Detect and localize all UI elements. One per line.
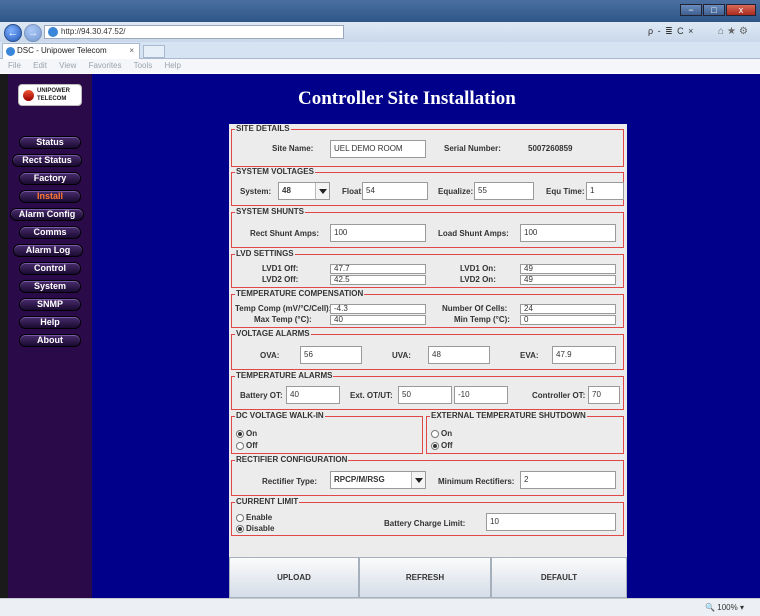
default-button[interactable]: DEFAULT [491, 557, 627, 598]
page-content: UNIPOWER TELECOM Status Rect Status Fact… [8, 74, 760, 598]
new-tab-button[interactable] [143, 45, 165, 58]
voltage-alarms-group: VOLTAGE ALARMS OVA: 56 UVA: 48 EVA: 47.9 [231, 329, 624, 370]
eva-input[interactable]: 47.9 [552, 346, 616, 364]
minimum-rectifiers-input[interactable]: 2 [520, 471, 616, 489]
page-title: Controller Site Installation [298, 88, 516, 109]
ext-shutdown-on-radio[interactable]: On [431, 429, 452, 439]
sidebar: UNIPOWER TELECOM Status Rect Status Fact… [8, 74, 92, 598]
menu-help[interactable]: Help [165, 61, 181, 70]
temp-comp-input[interactable]: -4.3 [330, 304, 426, 314]
ext-shutdown-off-radio[interactable]: Off [431, 441, 453, 451]
menu-file[interactable]: File [8, 61, 21, 70]
lvd-settings-group: LVD SETTINGS LVD1 Off: 47.7 LVD1 On: 49 … [231, 249, 624, 288]
zoom-control[interactable]: 🔍 100% ▾ [705, 603, 744, 612]
rectifier-configuration-group: RECTIFIER CONFIGURATION Rectifier Type: … [231, 455, 624, 496]
walk-in-on-radio[interactable]: On [236, 429, 257, 439]
favicon-icon [6, 47, 15, 56]
serial-number: 5007260859 [528, 144, 573, 153]
current-limit-disable-radio[interactable]: Disable [236, 524, 274, 534]
nav-status[interactable]: Status [19, 136, 81, 149]
float-input[interactable]: 54 [362, 182, 428, 200]
system-shunts-group: SYSTEM SHUNTS Rect Shunt Amps: 100 Load … [231, 207, 624, 248]
dc-voltage-walk-in-group: DC VOLTAGE WALK-IN On Off [231, 411, 423, 454]
ext-ut-input[interactable]: -10 [454, 386, 508, 404]
current-limit-group: CURRENT LIMIT Enable Disable Battery Cha… [231, 497, 624, 536]
refresh-button[interactable]: REFRESH [359, 557, 491, 598]
home-favorites-gear-icons[interactable]: ⌂★⚙ [718, 26, 751, 37]
site-details-group: SITE DETAILS Site Name: UEL DEMO ROOM Se… [231, 124, 624, 167]
upload-button[interactable]: UPLOAD [229, 557, 359, 598]
chevron-down-icon[interactable] [315, 183, 329, 199]
menu-view[interactable]: View [59, 61, 76, 70]
rectifier-type-select[interactable]: RPCP/M/RSG [330, 471, 426, 489]
maximize-button[interactable]: □ [703, 4, 725, 16]
lvd1-off-input[interactable]: 47.7 [330, 264, 426, 274]
ie-icon [48, 27, 58, 37]
battery-ot-input[interactable]: 40 [286, 386, 340, 404]
current-limit-enable-radio[interactable]: Enable [236, 513, 272, 523]
nav-factory[interactable]: Factory [19, 172, 81, 185]
load-shunt-amps-input[interactable]: 100 [520, 224, 616, 242]
close-tab-icon[interactable]: × [129, 44, 134, 58]
unipower-logo: UNIPOWER TELECOM [18, 84, 82, 106]
min-temp-input[interactable]: 0 [520, 315, 616, 325]
uva-input[interactable]: 48 [428, 346, 490, 364]
site-name-input[interactable]: UEL DEMO ROOM [330, 140, 426, 158]
equ-time-input[interactable]: 1 [586, 182, 624, 200]
walk-in-off-radio[interactable]: Off [236, 441, 258, 451]
temperature-alarms-group: TEMPERATURE ALARMS Battery OT: 40 Ext. O… [231, 371, 624, 410]
lvd2-on-input[interactable]: 49 [520, 275, 616, 285]
lvd1-on-input[interactable]: 49 [520, 264, 616, 274]
install-form: SITE DETAILS Site Name: UEL DEMO ROOM Se… [229, 124, 627, 598]
nav-alarm-log[interactable]: Alarm Log [13, 244, 83, 257]
search-refresh-stop-icons[interactable]: ρ - ≣ C × [648, 26, 694, 37]
logo-icon [23, 90, 34, 101]
back-button[interactable]: ← [4, 24, 22, 42]
nav-rect-status[interactable]: Rect Status [12, 154, 82, 167]
nav-alarm-config[interactable]: Alarm Config [10, 208, 84, 221]
forward-button[interactable]: → [24, 24, 42, 42]
system-voltage-select[interactable]: 48 [278, 182, 330, 200]
menu-tools[interactable]: Tools [134, 61, 153, 70]
menu-favorites[interactable]: Favorites [89, 61, 122, 70]
external-temp-shutdown-group: EXTERNAL TEMPERATURE SHUTDOWN On Off [426, 411, 624, 454]
chevron-down-icon[interactable] [411, 472, 425, 488]
temperature-compensation-group: TEMPERATURE COMPENSATION Temp Comp (mV/°… [231, 289, 624, 328]
menu-edit[interactable]: Edit [33, 61, 47, 70]
nav-snmp[interactable]: SNMP [19, 298, 81, 311]
nav-about[interactable]: About [19, 334, 81, 347]
close-window-button[interactable]: x [726, 4, 756, 16]
nav-install[interactable]: Install [19, 190, 81, 203]
tab-bar: DSC - Unipower Telecom × [0, 42, 760, 59]
url-field[interactable]: http://94.30.47.52/ [44, 25, 344, 39]
nav-system[interactable]: System [19, 280, 81, 293]
window-left-edge [0, 74, 8, 598]
menu-bar: File Edit View Favorites Tools Help [0, 59, 760, 73]
nav-help[interactable]: Help [19, 316, 81, 329]
nav-comms[interactable]: Comms [19, 226, 81, 239]
equalize-input[interactable]: 55 [474, 182, 534, 200]
status-bar: 🔍 100% ▾ [0, 598, 760, 616]
number-of-cells-input[interactable]: 24 [520, 304, 616, 314]
ova-input[interactable]: 56 [300, 346, 362, 364]
window-title-bar: − □ x [0, 0, 760, 22]
rect-shunt-amps-input[interactable]: 100 [330, 224, 426, 242]
lvd2-off-input[interactable]: 42.5 [330, 275, 426, 285]
ext-ot-input[interactable]: 50 [398, 386, 452, 404]
system-voltages-group: SYSTEM VOLTAGES System: 48 Float: 54 Equ… [231, 167, 624, 206]
max-temp-input[interactable]: 40 [330, 315, 426, 325]
controller-ot-input[interactable]: 70 [588, 386, 620, 404]
nav-control[interactable]: Control [19, 262, 81, 275]
address-bar-row: ← → http://94.30.47.52/ ρ - ≣ C × ⌂★⚙ [0, 22, 760, 42]
battery-charge-limit-input[interactable]: 10 [486, 513, 616, 531]
browser-tab[interactable]: DSC - Unipower Telecom × [2, 43, 140, 59]
minimize-button[interactable]: − [680, 4, 702, 16]
